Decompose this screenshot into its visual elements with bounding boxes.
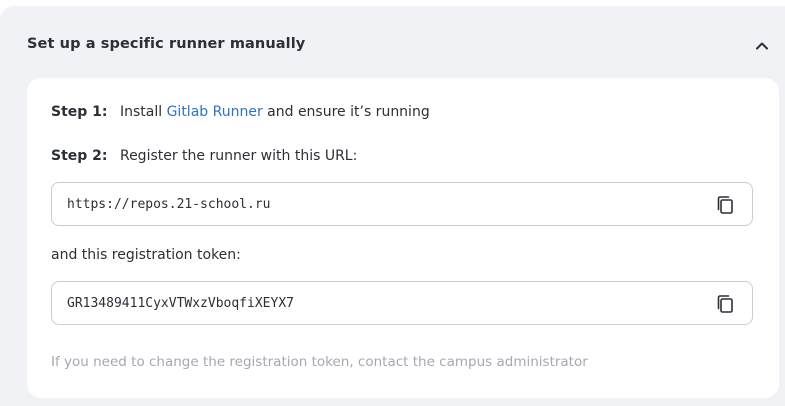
token-caption: and this registration token:	[51, 247, 241, 263]
registration-token-field	[51, 281, 753, 325]
step-2-text: Register the runner with this URL:	[119, 148, 358, 164]
gitlab-runner-link[interactable]: Gitlab Runner	[167, 104, 263, 120]
runner-url-field	[51, 182, 753, 226]
step-1-label: Step 1:	[51, 104, 108, 120]
step-1-text-before: Install	[119, 104, 163, 120]
token-hint: If you need to change the registration t…	[51, 354, 588, 370]
section-title: Set up a specific runner manually	[27, 36, 306, 52]
runner-url-input[interactable]	[67, 183, 687, 225]
step-1: Step 1: Install Gitlab Runner and ensure…	[51, 104, 430, 120]
step-1-text-after: and ensure it’s running	[267, 104, 430, 120]
chevron-up-icon[interactable]	[752, 36, 772, 56]
step-2-label: Step 2:	[51, 148, 108, 164]
section-header[interactable]: Set up a specific runner manually	[0, 24, 785, 66]
step-2: Step 2: Register the runner with this UR…	[51, 148, 357, 164]
runner-setup-card: Step 1: Install Gitlab Runner and ensure…	[27, 78, 779, 398]
copy-icon[interactable]	[714, 194, 736, 216]
copy-icon[interactable]	[714, 293, 736, 315]
registration-token-input[interactable]	[67, 282, 687, 324]
